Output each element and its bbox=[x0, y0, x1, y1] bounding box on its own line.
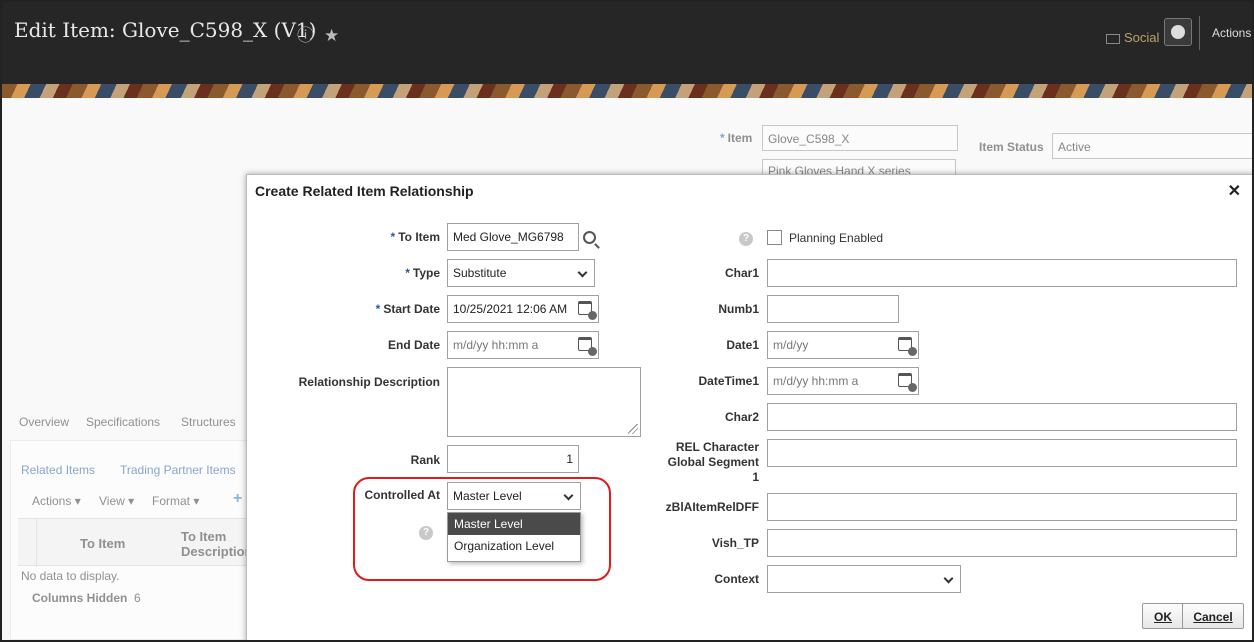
end-date-field[interactable]: m/d/yy hh:mm a bbox=[447, 331, 599, 359]
resize-grip-icon[interactable] bbox=[628, 424, 638, 434]
start-date-label: * Start Date bbox=[375, 302, 440, 316]
app-frame: Edit Item: Glove_C598_X (V1) ⓘ ★ Social A… bbox=[0, 0, 1254, 642]
calendar-icon[interactable] bbox=[578, 337, 597, 356]
title-icons: ⓘ ★ bbox=[297, 21, 349, 46]
header-bar: Edit Item: Glove_C598_X (V1) ⓘ ★ Social A… bbox=[2, 2, 1252, 84]
chevron-down-icon bbox=[577, 267, 588, 278]
zbl-field[interactable] bbox=[767, 493, 1237, 521]
datetime1-field[interactable]: m/d/yy hh:mm a bbox=[767, 367, 919, 395]
to-item-field[interactable]: Med Glove_MG6798 bbox=[447, 223, 579, 251]
cancel-button[interactable]: Cancel bbox=[1182, 603, 1244, 629]
create-related-item-dialog: Create Related Item Relationship ✕ * To I… bbox=[246, 174, 1252, 640]
social-link[interactable]: Social bbox=[1106, 30, 1159, 45]
char2-field[interactable] bbox=[767, 403, 1237, 431]
rel-character-field[interactable] bbox=[767, 439, 1237, 467]
char1-label: Char1 bbox=[724, 266, 759, 280]
vish-tp-field[interactable] bbox=[767, 529, 1237, 557]
calendar-icon[interactable] bbox=[898, 337, 917, 356]
calendar-icon[interactable] bbox=[898, 373, 917, 392]
start-date-field[interactable]: 10/25/2021 12:06 AM bbox=[447, 295, 599, 323]
date1-label: Date1 bbox=[726, 338, 759, 352]
type-select[interactable]: Substitute bbox=[447, 259, 595, 287]
header-divider bbox=[1199, 16, 1200, 50]
char1-field[interactable] bbox=[767, 259, 1237, 287]
relationship-description-field[interactable] bbox=[447, 367, 641, 437]
ok-button[interactable]: OK bbox=[1142, 603, 1184, 629]
datetime1-label: DateTime1 bbox=[698, 374, 759, 388]
dialog-title: Create Related Item Relationship bbox=[255, 183, 474, 199]
star-icon[interactable]: ★ bbox=[324, 26, 339, 45]
decorative-banner bbox=[2, 84, 1252, 98]
context-select[interactable] bbox=[767, 565, 961, 593]
rel-character-label: REL Character Global Segment 1 bbox=[667, 440, 759, 484]
to-item-label: * To Item bbox=[390, 230, 440, 244]
rank-field[interactable]: 1 bbox=[447, 445, 579, 473]
vish-tp-label: Vish_TP bbox=[711, 536, 759, 550]
help-icon[interactable]: ? bbox=[739, 232, 753, 246]
calendar-icon[interactable] bbox=[578, 301, 597, 320]
actions-menu[interactable]: Actions bbox=[1212, 26, 1251, 40]
highlight-annotation bbox=[353, 477, 611, 581]
chevron-down-icon bbox=[943, 573, 954, 584]
context-label: Context bbox=[714, 572, 759, 586]
numb1-label: Numb1 bbox=[718, 302, 759, 316]
type-label: * Type bbox=[405, 266, 440, 280]
relationship-description-label: Relationship Description bbox=[298, 375, 440, 389]
char2-label: Char2 bbox=[724, 410, 759, 424]
date1-field[interactable]: m/d/yy bbox=[767, 331, 919, 359]
zbl-label: zBlAItemRelDFF bbox=[665, 500, 759, 514]
chat-icon bbox=[1106, 33, 1120, 44]
end-date-label: End Date bbox=[387, 338, 440, 352]
help-circle-icon[interactable]: ⓘ bbox=[297, 26, 314, 45]
planning-enabled-checkbox[interactable] bbox=[767, 230, 782, 245]
search-icon[interactable] bbox=[583, 231, 596, 244]
rank-label: Rank bbox=[410, 453, 440, 467]
numb1-field[interactable] bbox=[767, 295, 899, 323]
close-icon[interactable]: ✕ bbox=[1228, 181, 1241, 201]
social-label: Social bbox=[1124, 30, 1160, 45]
planning-enabled-label: Planning Enabled bbox=[789, 231, 884, 245]
page-title: Edit Item: Glove_C598_X (V1) bbox=[14, 18, 317, 42]
globe-icon[interactable] bbox=[1164, 18, 1192, 46]
